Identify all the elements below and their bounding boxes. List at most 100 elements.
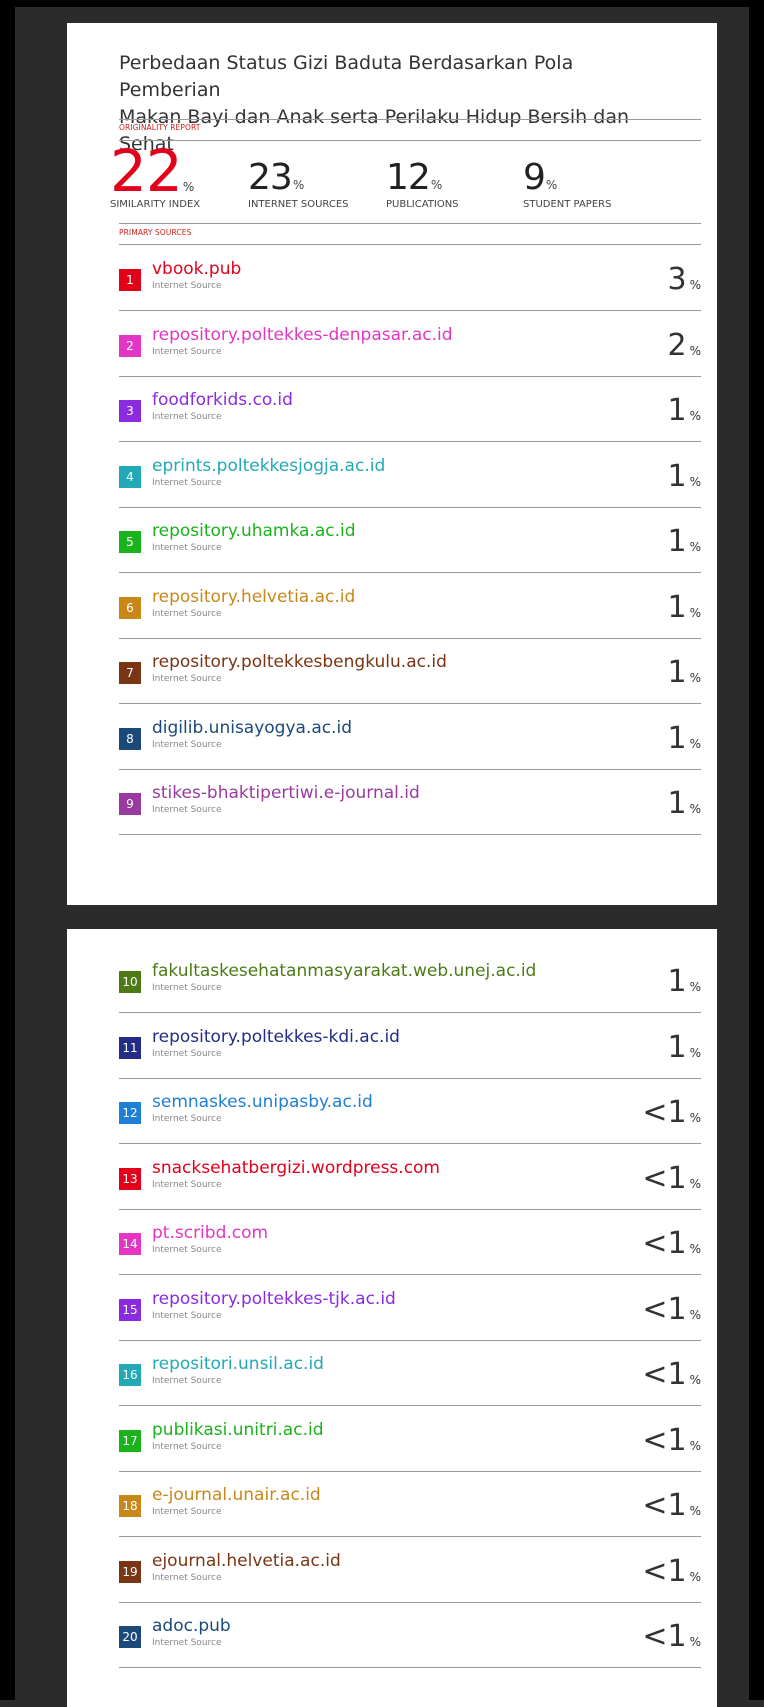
source-percentage: <1%: [642, 1291, 701, 1327]
source-name-link[interactable]: vbook.pub: [152, 259, 241, 279]
report-page-1: Perbedaan Status Gizi Baduta Berdasarkan…: [67, 23, 717, 905]
source-percentage: 1%: [668, 592, 702, 623]
source-type: Internet Source: [152, 1114, 222, 1124]
source-row: 18 e-journal.unair.ac.id Internet Source <1…: [119, 1471, 701, 1537]
source-number-badge: 14: [119, 1233, 141, 1255]
source-row: 6 repository.helvetia.ac.id Internet Sourc…: [119, 573, 701, 639]
source-percentage-value: <1: [642, 1553, 687, 1589]
percent-sign: %: [689, 409, 701, 423]
source-row: 3 foodforkids.co.id Internet Source 1%: [119, 376, 701, 442]
source-percentage: 1%: [667, 458, 702, 494]
source-percentage: 1%: [668, 396, 702, 426]
source-percentage-value: 1: [667, 964, 687, 999]
primary-sources-label: PRIMARY SOURCES: [119, 228, 192, 237]
source-percentage-value: <1: [642, 1095, 687, 1130]
source-type: Internet Source: [152, 543, 222, 553]
source-name-link[interactable]: repository.poltekkes-tjk.ac.id: [152, 1289, 396, 1309]
source-type: Internet Source: [152, 1572, 222, 1583]
source-name-link[interactable]: e-journal.unair.ac.id: [152, 1485, 321, 1505]
source-name-link[interactable]: repository.helvetia.ac.id: [152, 587, 355, 607]
source-type: Internet Source: [152, 739, 222, 750]
source-type: Internet Source: [152, 1638, 222, 1648]
student-papers-label: STUDENT PAPERS: [523, 199, 612, 210]
source-percentage-value: 1: [667, 458, 687, 494]
source-percentage: <1%: [642, 1622, 701, 1652]
source-percentage: <1%: [642, 1425, 701, 1456]
source-type: Internet Source: [152, 1245, 222, 1255]
percent-sign: %: [689, 540, 701, 554]
source-type: Internet Source: [152, 281, 222, 291]
source-percentage-value: <1: [642, 1160, 687, 1196]
source-percentage: 1%: [668, 658, 702, 688]
source-row: 19 ejournal.helvetia.ac.id Internet Source…: [119, 1537, 701, 1603]
source-percentage-value: <1: [642, 1291, 687, 1327]
source-name-link[interactable]: repository.poltekkes-kdi.ac.id: [152, 1027, 400, 1047]
percent-sign: %: [689, 671, 701, 685]
source-percentage-value: 1: [667, 720, 687, 756]
similarity-index-value: 22: [110, 137, 183, 205]
source-percentage-value: 1: [667, 1029, 687, 1065]
source-row: 14 pt.scribd.com Internet Source <1%: [119, 1209, 701, 1275]
publications-label: PUBLICATIONS: [386, 199, 459, 210]
source-type: Internet Source: [152, 1441, 222, 1452]
source-percentage: <1%: [642, 1229, 701, 1259]
report-title: Perbedaan Status Gizi Baduta Berdasarkan…: [119, 50, 679, 158]
source-row: 13 snacksehatbergizi.wordpress.com Interne…: [119, 1144, 701, 1210]
source-percentage: <1%: [642, 1360, 701, 1390]
source-number-badge: 15: [119, 1298, 141, 1321]
source-number-badge: 8: [119, 727, 141, 750]
percent-sign: %: [689, 343, 701, 358]
source-percentage: 2%: [667, 327, 702, 363]
percent-sign: %: [182, 180, 195, 194]
source-row: 11 repository.poltekkes-kdi.ac.id Internet…: [119, 1013, 701, 1079]
source-row: 12 semnaskes.unipasby.ac.id Internet Sourc…: [119, 1078, 701, 1144]
source-name-link[interactable]: stikes-bhaktipertiwi.e-journal.id: [152, 783, 420, 803]
source-number-badge: 12: [119, 1102, 141, 1124]
source-type: Internet Source: [152, 1507, 222, 1517]
source-name-link[interactable]: snacksehatbergizi.wordpress.com: [152, 1158, 440, 1178]
source-type: Internet Source: [152, 346, 222, 357]
source-name-link[interactable]: pt.scribd.com: [152, 1223, 268, 1243]
source-number-badge: 18: [119, 1495, 141, 1517]
source-name-link[interactable]: semnaskes.unipasby.ac.id: [152, 1092, 373, 1112]
percent-sign: %: [689, 474, 701, 489]
percent-sign: %: [689, 1438, 701, 1453]
source-name-link[interactable]: foodforkids.co.id: [152, 390, 293, 410]
source-name-link[interactable]: repository.uhamka.ac.id: [152, 521, 356, 541]
source-type: Internet Source: [152, 412, 222, 422]
source-percentage: <1%: [642, 1553, 701, 1589]
source-name-link[interactable]: digilib.unisayogya.ac.id: [152, 718, 352, 738]
source-number-badge: 7: [119, 662, 141, 684]
source-name-link[interactable]: repository.poltekkes-denpasar.ac.id: [152, 325, 453, 345]
percent-sign: %: [430, 178, 443, 192]
source-percentage-value: <1: [642, 1488, 687, 1523]
source-name-link[interactable]: ejournal.helvetia.ac.id: [152, 1551, 341, 1571]
source-row: 8 digilib.unisayogya.ac.id Internet Source…: [119, 704, 701, 770]
internet-sources-value: 23: [248, 157, 293, 198]
source-number-badge: 6: [119, 596, 141, 619]
source-name-link[interactable]: repository.poltekkesbengkulu.ac.id: [152, 652, 447, 672]
percent-sign: %: [689, 736, 701, 751]
percent-sign: %: [689, 1176, 701, 1191]
source-number-badge: 5: [119, 531, 141, 553]
percent-sign: %: [689, 278, 701, 292]
percent-sign: %: [689, 1635, 701, 1649]
source-percentage-value: <1: [642, 1226, 687, 1261]
publications-value: 12: [386, 157, 431, 198]
percent-sign: %: [689, 1504, 701, 1518]
percent-sign: %: [689, 1569, 701, 1584]
similarity-index-label: SIMILARITY INDEX: [110, 199, 201, 210]
source-percentage: 1%: [668, 527, 702, 557]
source-percentage-value: 2: [667, 327, 687, 363]
source-name-link[interactable]: fakultaskesehatanmasyarakat.web.unej.ac.…: [152, 961, 536, 981]
percent-sign: %: [689, 1045, 701, 1060]
source-name-link[interactable]: publikasi.unitri.ac.id: [152, 1420, 324, 1440]
stat-internet-sources: 23% INTERNET SOURCES: [248, 157, 349, 211]
source-row: 1 vbook.pub Internet Source 3%: [119, 245, 701, 311]
source-name-link[interactable]: repositori.unsil.ac.id: [152, 1354, 324, 1374]
source-number-badge: 16: [119, 1364, 141, 1386]
source-name-link[interactable]: eprints.poltekkesjogja.ac.id: [152, 456, 385, 476]
source-type: Internet Source: [152, 1310, 222, 1321]
source-name-link[interactable]: adoc.pub: [152, 1616, 231, 1636]
source-percentage: 3%: [668, 265, 702, 295]
